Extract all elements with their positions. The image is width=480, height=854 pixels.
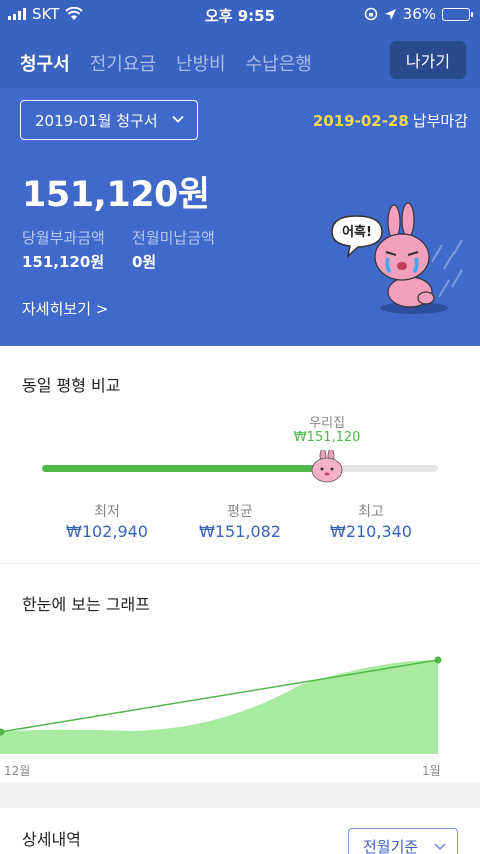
basis-select-value: 전월기준 (363, 838, 419, 854)
section-divider (0, 563, 480, 564)
avg-label: 평균 (227, 504, 253, 520)
graph-title: 한눈에 보는 그래프 (22, 595, 150, 614)
battery-icon (442, 7, 473, 21)
graph-end-label: 1월 (422, 764, 441, 778)
bunny-marker-icon (311, 450, 343, 483)
current-charge-label: 당월부과금액 (22, 229, 105, 247)
due-date-value: 2019-02-28 (312, 112, 409, 130)
month-select-value: 2019-01월 청구서 (35, 111, 158, 130)
prev-unpaid-value: 0원 (132, 253, 157, 271)
section-gap (0, 782, 480, 808)
speech-text: 어흑! (342, 224, 372, 240)
due-date: 2019-02-28 납부마감 (313, 110, 468, 131)
details-title: 상세내역 (22, 830, 81, 849)
avg-value: ₩151,082 (199, 522, 281, 541)
month-select[interactable]: 2019-01월 청구서 (20, 100, 198, 140)
comparison-bar-fill (42, 465, 328, 472)
prev-unpaid-label: 전월미납금액 (132, 229, 215, 247)
comparison-bar (42, 465, 438, 472)
tab-bar: 청구서 전기요금 난방비 수납은행 (20, 50, 312, 76)
tab-electricity[interactable]: 전기요금 (90, 50, 156, 76)
graph-point-end (434, 656, 442, 664)
min-value: ₩102,940 (66, 522, 148, 541)
chevron-down-icon (434, 843, 446, 851)
graph-start-label: 12월 (4, 764, 31, 778)
max-label: 최고 (358, 504, 384, 520)
graph-area (0, 660, 438, 754)
due-date-label: 납부마감 (412, 112, 468, 130)
our-home-value: ₩151,120 (293, 430, 361, 445)
status-bar: SKT 오후 9:55 36% (0, 0, 480, 30)
max-value: ₩210,340 (330, 522, 412, 541)
view-details-link[interactable]: 자세히보기 > (22, 298, 108, 319)
total-amount: 151,120원 (22, 175, 210, 215)
tab-heating[interactable]: 난방비 (176, 50, 226, 76)
battery-percent: 36% (402, 5, 436, 23)
tab-bill[interactable]: 청구서 (20, 50, 70, 76)
our-home-label: 우리집 (309, 416, 346, 431)
crying-bunny-icon: 어흑! (331, 202, 463, 314)
location-icon (384, 8, 396, 20)
tab-bank[interactable]: 수납은행 (246, 50, 312, 76)
compare-title: 동일 평형 비교 (22, 376, 121, 395)
trend-graph (0, 656, 442, 754)
min-label: 최저 (94, 504, 120, 520)
basis-select[interactable]: 전월기준 (348, 828, 458, 854)
chevron-down-icon (172, 115, 184, 123)
exit-button[interactable]: 나가기 (390, 41, 466, 79)
current-charge-value: 151,120원 (22, 253, 105, 271)
rotation-lock-icon (364, 7, 377, 21)
